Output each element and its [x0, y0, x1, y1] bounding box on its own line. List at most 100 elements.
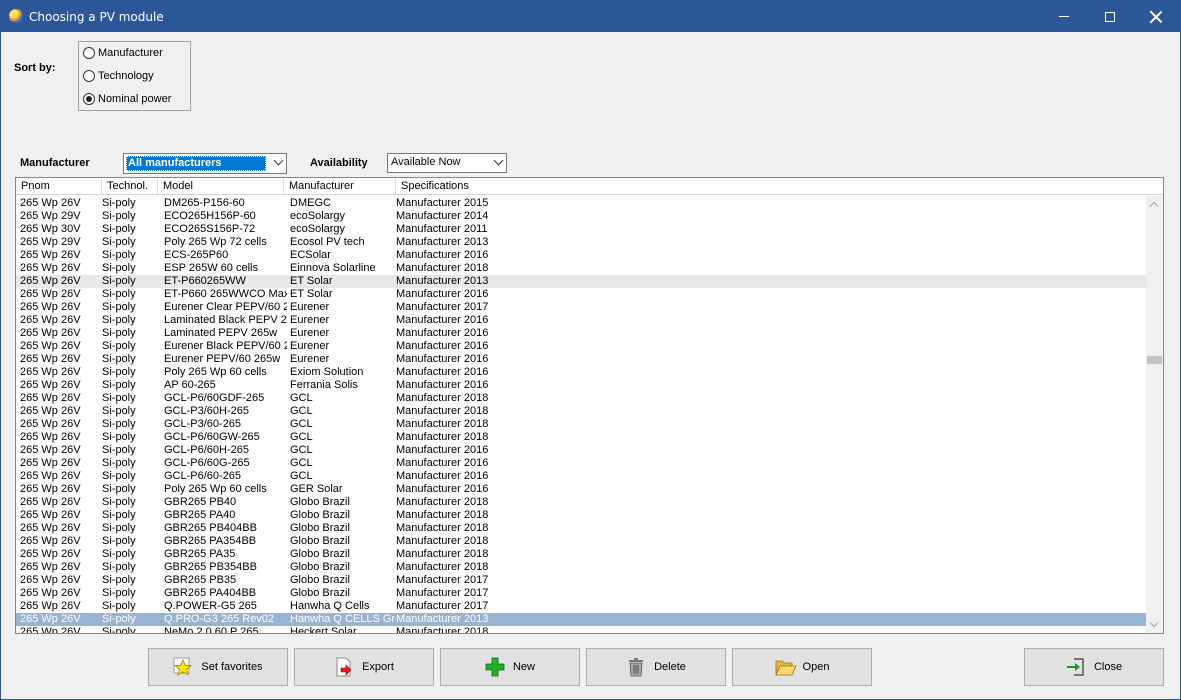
- sort-manufacturer-option[interactable]: Manufacturer: [83, 45, 163, 61]
- cell-manufacturer: DMEGC: [290, 197, 331, 209]
- table-row[interactable]: 265 Wp 26V Si-poly ET-P660265WW ET Solar Man…: [16, 275, 1146, 288]
- table-row[interactable]: 265 Wp 26V Si-poly ESP 265W 60 cells Einnov…: [16, 262, 1146, 275]
- radio-icon[interactable]: [83, 70, 95, 82]
- column-header-pnom[interactable]: Pnom: [16, 178, 102, 194]
- availability-select-value: Available Now: [391, 156, 461, 168]
- table-row[interactable]: 265 Wp 26V Si-poly GCL-P6/60G-265 GCL Manufa…: [16, 457, 1146, 470]
- table-row[interactable]: 265 Wp 26V Si-poly GCL-P6/60GDF-265 GCL Manu…: [16, 392, 1146, 405]
- table-row[interactable]: 265 Wp 26V Si-poly AP 60-265 Ferrania Solis…: [16, 379, 1146, 392]
- manufacturer-select[interactable]: All manufacturers: [123, 153, 287, 174]
- cell-model: ECO265S156P-72: [164, 223, 256, 235]
- radio-checked-icon[interactable]: [83, 93, 95, 105]
- table-row[interactable]: 265 Wp 26V Si-poly Q.PRO-G3 265 Rev02 Hanwh…: [16, 613, 1146, 626]
- table-row[interactable]: 265 Wp 26V Si-poly GCL-P3/60-265 GCL Manufac…: [16, 418, 1146, 431]
- cell-manufacturer: Globo Brazil: [290, 561, 350, 573]
- table-row[interactable]: 265 Wp 26V Si-poly Eurener Black PEPV/60 2…: [16, 340, 1146, 353]
- minimize-icon: [1059, 16, 1069, 17]
- column-header-specifications[interactable]: Specifications: [396, 178, 1163, 194]
- table-row[interactable]: 265 Wp 26V Si-poly Q.POWER-G5 265 Hanwha Q …: [16, 600, 1146, 613]
- minimize-button[interactable]: [1041, 1, 1087, 32]
- cell-model: Poly 265 Wp 60 cells: [164, 483, 267, 495]
- open-button[interactable]: Open: [732, 648, 872, 686]
- cell-model: GCL-P3/60H-265: [164, 405, 249, 417]
- cell-specifications: Manufacturer 2018: [396, 496, 489, 508]
- vertical-scrollbar[interactable]: [1146, 196, 1163, 633]
- cell-technology: Si-poly: [102, 249, 136, 261]
- table-row[interactable]: 265 Wp 26V Si-poly ET-P660 265WWCO Max ET S…: [16, 288, 1146, 301]
- cell-technology: Si-poly: [102, 444, 136, 456]
- cell-model: Eurener PEPV/60 265w: [164, 353, 281, 365]
- table-row[interactable]: 265 Wp 26V Si-poly GCL-P6/60-265 GCL Manufac…: [16, 470, 1146, 483]
- table-row[interactable]: 265 Wp 26V Si-poly Eurener PEPV/60 265w Eur…: [16, 353, 1146, 366]
- table-row[interactable]: 265 Wp 26V Si-poly Poly 265 Wp 60 cells GER…: [16, 483, 1146, 496]
- cell-specifications: Manufacturer 2018: [396, 509, 489, 521]
- delete-button[interactable]: Delete: [586, 648, 726, 686]
- table-row[interactable]: 265 Wp 26V Si-poly GBR265 PA404BB Globo Bra…: [16, 587, 1146, 600]
- cell-specifications: Manufacturer 2017: [396, 574, 489, 586]
- cell-manufacturer: Globo Brazil: [290, 548, 350, 560]
- table-row[interactable]: 265 Wp 26V Si-poly GCL-P6/60H-265 GCL Manufa…: [16, 444, 1146, 457]
- table-row[interactable]: 265 Wp 26V Si-poly Laminated Black PEPV 26…: [16, 314, 1146, 327]
- radio-icon[interactable]: [83, 47, 95, 59]
- sort-technology-option[interactable]: Technology: [83, 68, 154, 84]
- cell-specifications: Manufacturer 2018: [396, 392, 489, 404]
- cell-technology: Si-poly: [102, 496, 136, 508]
- close-button[interactable]: Close: [1024, 648, 1164, 686]
- sort-nominal-power-option[interactable]: Nominal power: [83, 91, 171, 107]
- cell-technology: Si-poly: [102, 327, 136, 339]
- table-row[interactable]: 265 Wp 26V Si-poly GCL-P3/60H-265 GCL Manufa…: [16, 405, 1146, 418]
- close-window-button[interactable]: [1133, 1, 1179, 32]
- column-header-model[interactable]: Model: [158, 178, 284, 194]
- cell-manufacturer: GCL: [290, 457, 313, 469]
- chevron-down-icon[interactable]: [493, 155, 504, 166]
- scroll-down-icon[interactable]: [1149, 618, 1159, 628]
- cell-pnom: 265 Wp 26V: [20, 535, 81, 547]
- table-row[interactable]: 265 Wp 26V Si-poly ECS-265P60 ECSolar Manufa…: [16, 249, 1146, 262]
- table-row[interactable]: 265 Wp 29V Si-poly Poly 265 Wp 72 cells Eco…: [16, 236, 1146, 249]
- export-button[interactable]: Export: [294, 648, 434, 686]
- table-row[interactable]: 265 Wp 26V Si-poly Laminated PEPV 265w Eure…: [16, 327, 1146, 340]
- column-header-manufacturer[interactable]: Manufacturer: [284, 178, 396, 194]
- chevron-down-icon[interactable]: [273, 155, 284, 166]
- table-row[interactable]: 265 Wp 26V Si-poly GBR265 PA354BB Globo Bra…: [16, 535, 1146, 548]
- cell-pnom: 265 Wp 26V: [20, 249, 81, 261]
- module-list[interactable]: Pnom Technol. Model Manufacturer Specifi…: [15, 177, 1164, 634]
- new-button[interactable]: New: [440, 648, 580, 686]
- table-row[interactable]: 265 Wp 26V Si-poly Eurener Clear PEPV/60 2…: [16, 301, 1146, 314]
- cell-specifications: Manufacturer 2017: [396, 587, 489, 599]
- cell-pnom: 265 Wp 26V: [20, 574, 81, 586]
- maximize-button[interactable]: [1087, 1, 1133, 32]
- cell-model: ECS-265P60: [164, 249, 229, 261]
- table-row[interactable]: 265 Wp 26V Si-poly NeMo 2.0 60 P 265 Hecker…: [16, 626, 1146, 633]
- cell-model: GBR265 PA404BB: [164, 587, 257, 599]
- sort-option-label: Technology: [98, 70, 154, 82]
- column-header-technology[interactable]: Technol.: [102, 178, 158, 194]
- table-row[interactable]: 265 Wp 30V Si-poly ECO265S156P-72 ecoSolarg…: [16, 223, 1146, 236]
- table-row[interactable]: 265 Wp 26V Si-poly GBR265 PB404BB Globo Bra…: [16, 522, 1146, 535]
- table-row[interactable]: 265 Wp 26V Si-poly GBR265 PB40 Globo Brazil…: [16, 496, 1146, 509]
- title-bar[interactable]: Choosing a PV module: [1, 1, 1180, 32]
- cell-specifications: Manufacturer 2011: [396, 223, 488, 235]
- table-row[interactable]: 265 Wp 26V Si-poly GBR265 PB35 Globo Brazil…: [16, 574, 1146, 587]
- table-row[interactable]: 265 Wp 26V Si-poly GCL-P6/60GW-265 GCL Manuf…: [16, 431, 1146, 444]
- cell-pnom: 265 Wp 26V: [20, 405, 81, 417]
- table-row[interactable]: 265 Wp 26V Si-poly DM265-P156-60 DMEGC Manuf…: [16, 197, 1146, 210]
- cell-technology: Si-poly: [102, 210, 136, 222]
- table-row[interactable]: 265 Wp 26V Si-poly GBR265 PA40 Globo Brazil…: [16, 509, 1146, 522]
- scroll-up-icon[interactable]: [1149, 201, 1159, 211]
- list-header: Pnom Technol. Model Manufacturer Specifi…: [16, 178, 1163, 195]
- table-row[interactable]: 265 Wp 26V Si-poly GBR265 PA35 Globo Brazil…: [16, 548, 1146, 561]
- cell-manufacturer: GER Solar: [290, 483, 343, 495]
- cell-technology: Si-poly: [102, 366, 136, 378]
- cell-pnom: 265 Wp 26V: [20, 353, 81, 365]
- availability-select[interactable]: Available Now: [387, 153, 507, 173]
- table-row[interactable]: 265 Wp 29V Si-poly ECO265H156P-60 ecoSolarg…: [16, 210, 1146, 223]
- cell-specifications: Manufacturer 2018: [396, 522, 489, 534]
- table-row[interactable]: 265 Wp 26V Si-poly GBR265 PB354BB Globo Bra…: [16, 561, 1146, 574]
- cell-specifications: Manufacturer 2013: [396, 275, 489, 287]
- cell-pnom: 265 Wp 26V: [20, 626, 81, 633]
- cell-pnom: 265 Wp 26V: [20, 197, 81, 209]
- scroll-thumb[interactable]: [1147, 356, 1162, 364]
- set-favorites-button[interactable]: Set favorites: [148, 648, 288, 686]
- table-row[interactable]: 265 Wp 26V Si-poly Poly 265 Wp 60 cells Exi…: [16, 366, 1146, 379]
